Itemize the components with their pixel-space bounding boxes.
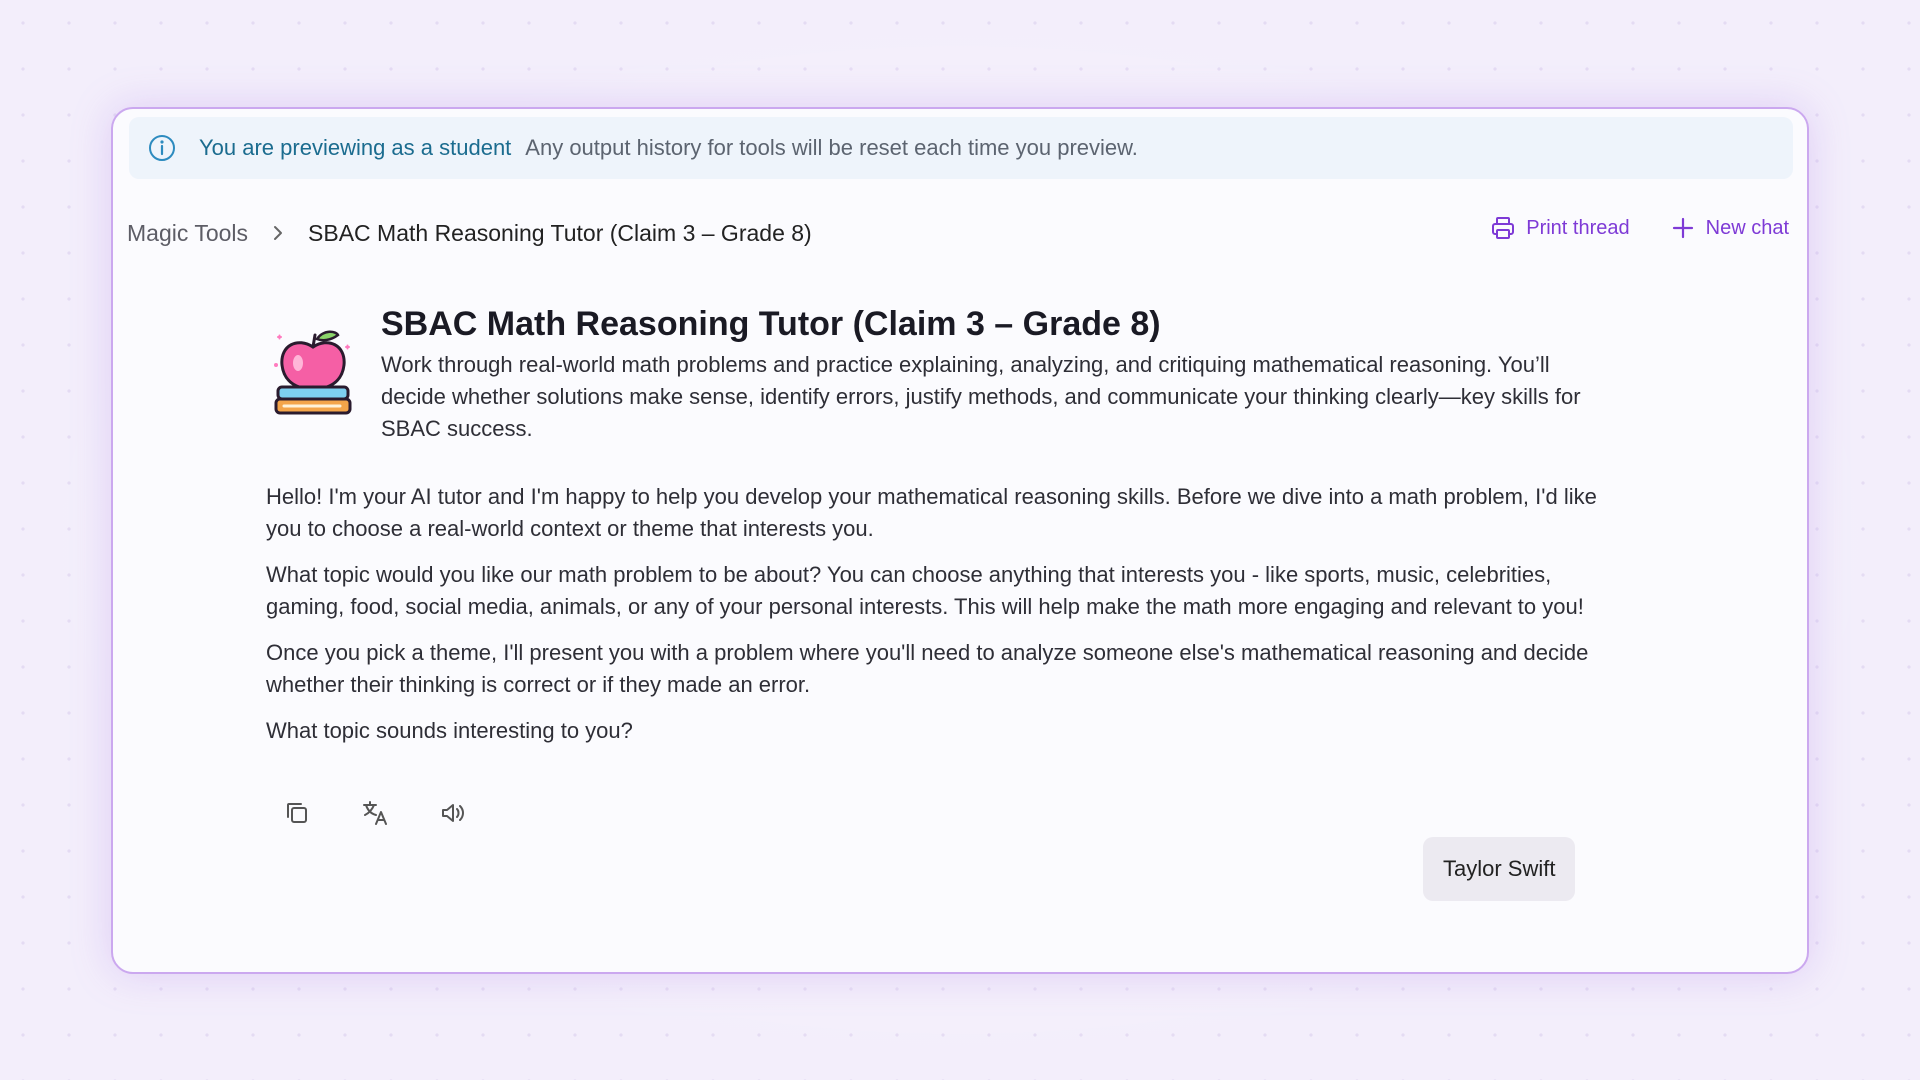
new-chat-label: New chat [1705,216,1789,239]
assistant-message: Hello! I'm your AI tutor and I'm happy t… [266,481,1606,761]
breadcrumb: Magic Tools SBAC Math Reasoning Tutor (C… [127,209,812,257]
message-paragraph: Hello! I'm your AI tutor and I'm happy t… [266,484,1597,541]
chevron-right-icon [268,223,288,243]
print-thread-label: Print thread [1526,216,1630,239]
banner-title: You are previewing as a student [199,135,512,160]
new-chat-button[interactable]: New chat [1670,215,1789,241]
banner-message: Any output history for tools will be res… [525,135,1138,160]
printer-icon [1490,215,1516,241]
message-actions [283,799,467,827]
preview-banner: You are previewing as a student Any outp… [129,117,1793,179]
preview-card: You are previewing as a student Any outp… [111,107,1809,974]
thread-actions: Print thread New chat [1490,207,1789,249]
message-paragraph: Once you pick a theme, I'll present you … [266,640,1589,697]
print-thread-button[interactable]: Print thread [1490,215,1630,241]
tool-description: Work through real-world math problems an… [381,352,1581,441]
breadcrumb-current: SBAC Math Reasoning Tutor (Claim 3 – Gra… [308,219,812,246]
speaker-icon[interactable] [439,799,467,827]
user-message: Taylor Swift [1423,837,1576,901]
tool-title: SBAC Math Reasoning Tutor (Claim 3 – Gra… [381,305,1161,343]
message-paragraph: What topic sounds interesting to you? [266,718,633,743]
translate-icon[interactable] [361,799,389,827]
apple-books-icon [268,325,358,425]
plus-icon [1670,215,1696,241]
message-paragraph: What topic would you like our math probl… [266,562,1584,619]
info-icon [147,133,177,163]
copy-icon[interactable] [283,799,311,827]
breadcrumb-magic-tools[interactable]: Magic Tools [127,220,248,247]
